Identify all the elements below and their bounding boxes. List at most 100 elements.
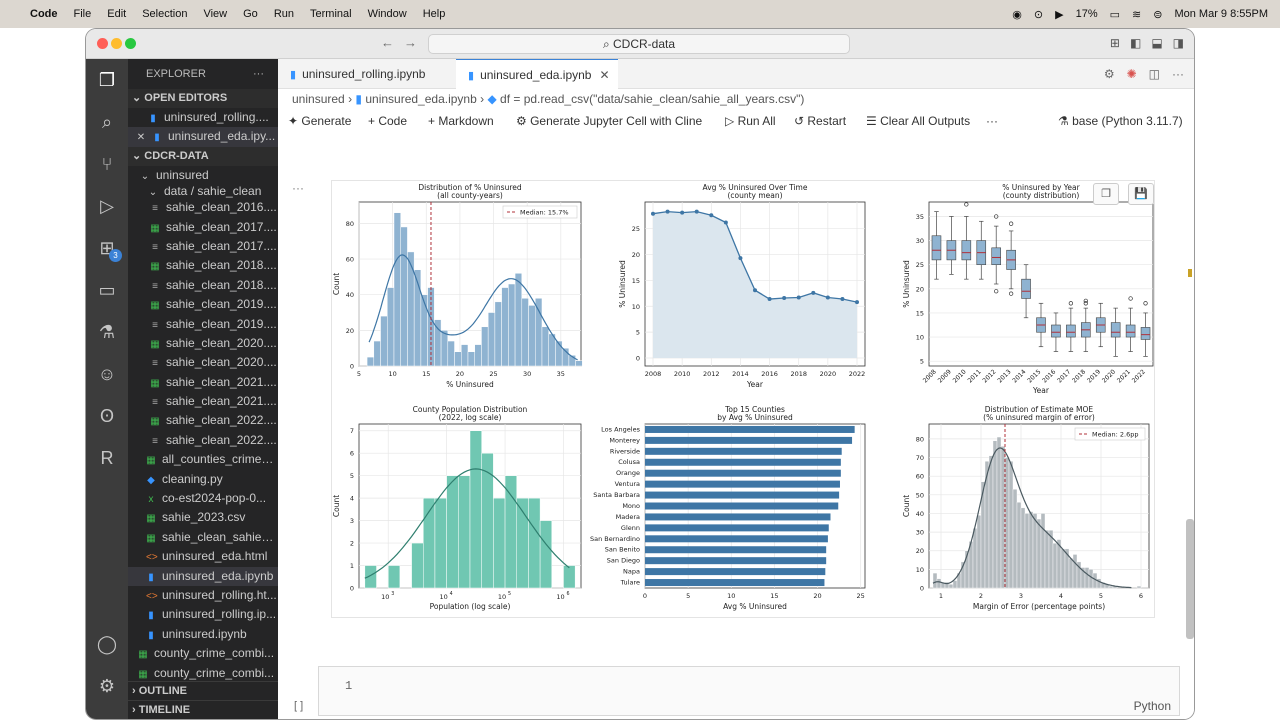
menu-file[interactable]: File xyxy=(74,8,92,20)
file-item[interactable]: ▮ uninsured.ipynb xyxy=(128,625,278,644)
file-item[interactable]: ≡ sahie_clean_2017.... xyxy=(128,237,278,256)
cline-icon[interactable]: ✺ xyxy=(1127,67,1137,81)
play-icon[interactable]: ▶ xyxy=(1055,8,1063,21)
wifi-alt-icon[interactable]: ⊙ xyxy=(1034,8,1043,21)
account-icon[interactable]: ◯ xyxy=(94,631,120,657)
minimize-window-button[interactable] xyxy=(111,38,122,49)
clock[interactable]: Mon Mar 9 8:55PM xyxy=(1174,8,1268,20)
folder-uninsured[interactable]: ⌄ uninsured xyxy=(128,166,278,185)
run-all-button[interactable]: ▷ Run All xyxy=(725,114,776,128)
add-code-cell-button[interactable]: + Code xyxy=(368,114,407,128)
tab-uninsured-eda[interactable]: ▮ uninsured_eda.ipynb ✕ xyxy=(456,59,618,89)
file-item[interactable]: ▮ uninsured_eda.ipynb xyxy=(128,566,278,586)
open-editors-header[interactable]: ⌄ OPEN EDITORS xyxy=(128,89,278,108)
file-item[interactable]: ▦ sahie_clean_sahie_... xyxy=(128,528,278,547)
remote-explorer-icon[interactable]: ▭ xyxy=(94,277,120,303)
file-item[interactable]: ▦ sahie_clean_2022.... xyxy=(128,411,278,430)
tab-uninsured-rolling[interactable]: ▮ uninsured_rolling.ipynb xyxy=(278,59,456,89)
breadcrumb-folder[interactable]: uninsured xyxy=(292,92,345,106)
forward-arrow-icon[interactable]: → xyxy=(404,35,417,50)
file-item[interactable]: <> uninsured_eda.html xyxy=(128,547,278,566)
file-item[interactable]: x co-est2024-pop-0... xyxy=(128,489,278,508)
file-item[interactable]: ≡ sahie_clean_2020.... xyxy=(128,353,278,372)
toggle-sidebar-icon[interactable]: ◧ xyxy=(1130,36,1141,50)
menu-go[interactable]: Go xyxy=(243,8,258,20)
open-editor-item-active[interactable]: ✕ ▮ uninsured_eda.ipy... xyxy=(128,127,278,147)
toolbar-more-button[interactable]: ··· xyxy=(986,114,998,128)
command-center-search[interactable]: ⌕ CDCR-data xyxy=(428,34,850,54)
file-item[interactable]: ▦ sahie_2023.csv xyxy=(128,508,278,527)
timeline-header[interactable]: › TIMELINE xyxy=(128,700,278,719)
toggle-panel-icon[interactable]: ⬓ xyxy=(1151,36,1162,50)
close-icon[interactable]: ✕ xyxy=(136,128,146,146)
file-item[interactable]: ≡ sahie_clean_2018.... xyxy=(128,276,278,295)
battery-icon[interactable]: ▭ xyxy=(1110,8,1120,21)
layout-customize-icon[interactable]: ⊞ xyxy=(1110,36,1120,50)
search-view-icon[interactable]: ⌕ xyxy=(94,109,120,135)
file-item[interactable]: ▦ sahie_clean_2018.... xyxy=(128,256,278,275)
file-item[interactable]: ≡ sahie_clean_2021.... xyxy=(128,392,278,411)
file-item[interactable]: ≡ sahie_clean_2016.... xyxy=(128,198,278,217)
vertical-scrollbar[interactable] xyxy=(1186,519,1194,639)
record-icon[interactable]: ◉ xyxy=(1012,8,1022,21)
menu-window[interactable]: Window xyxy=(368,8,407,20)
r-language-icon[interactable]: R xyxy=(94,445,120,471)
menu-selection[interactable]: Selection xyxy=(142,8,187,20)
settings-gear-icon[interactable]: ⚙ xyxy=(94,673,120,699)
split-editor-icon[interactable]: ◫ xyxy=(1149,67,1160,81)
menu-run[interactable]: Run xyxy=(274,8,294,20)
outline-header[interactable]: › OUTLINE xyxy=(128,681,278,700)
folder-data-sahie-clean[interactable]: ⌄ data / sahie_clean xyxy=(128,185,278,198)
restart-button[interactable]: ↺ Restart xyxy=(794,114,846,128)
file-item[interactable]: ≡ sahie_clean_2019.... xyxy=(128,315,278,334)
file-item[interactable]: ▦ sahie_clean_2017.... xyxy=(128,218,278,237)
source-control-icon[interactable]: ⑂ xyxy=(94,151,120,177)
python-icon[interactable]: ʘ xyxy=(94,403,120,429)
histogram-bar xyxy=(474,344,482,367)
copilot-icon[interactable]: ☺ xyxy=(94,361,120,387)
menu-terminal[interactable]: Terminal xyxy=(310,8,352,20)
testing-icon[interactable]: ⚗ xyxy=(94,319,120,345)
zoom-window-button[interactable] xyxy=(125,38,136,49)
generate-button[interactable]: ✦ Generate xyxy=(288,114,351,128)
open-editor-item[interactable]: ▮ uninsured_rolling.... xyxy=(128,108,278,127)
more-actions-icon[interactable]: ··· xyxy=(253,59,264,89)
clear-outputs-button[interactable]: ☰ Clear All Outputs xyxy=(866,114,970,128)
kernel-picker[interactable]: ⚗ base (Python 3.11.7) xyxy=(1058,114,1183,128)
file-item[interactable]: ▦ county_crime_combi... xyxy=(128,644,278,663)
file-item[interactable]: ≡ sahie_clean_2022.... xyxy=(128,431,278,450)
cell-language[interactable]: Python xyxy=(1134,699,1171,713)
close-tab-icon[interactable]: ✕ xyxy=(599,68,609,82)
empty-code-cell[interactable]: 1 Python xyxy=(318,666,1180,716)
file-item[interactable]: ▦ sahie_clean_2021.... xyxy=(128,373,278,392)
breadcrumb-file[interactable]: uninsured_eda.ipynb xyxy=(365,92,476,106)
menu-edit[interactable]: Edit xyxy=(107,8,126,20)
gear-icon[interactable]: ⚙ xyxy=(1104,67,1115,81)
workspace-root-header[interactable]: ⌄ CDCR-DATA xyxy=(128,146,278,166)
more-actions-icon[interactable]: ··· xyxy=(1172,67,1184,81)
add-markdown-cell-button[interactable]: + Markdown xyxy=(428,114,494,128)
toggle-secondary-sidebar-icon[interactable]: ◨ xyxy=(1173,36,1184,50)
save-output-button[interactable]: 💾 xyxy=(1128,183,1154,205)
file-item[interactable]: ▦ all_counties_crime_... xyxy=(128,450,278,469)
file-item[interactable]: <> uninsured_rolling.ht... xyxy=(128,586,278,605)
file-item[interactable]: ▦ sahie_clean_2019.... xyxy=(128,295,278,314)
file-item[interactable]: ◆ cleaning.py xyxy=(128,470,278,489)
generate-cline-cell-button[interactable]: ⚙ Generate Jupyter Cell with Cline xyxy=(516,114,702,128)
menu-help[interactable]: Help xyxy=(423,8,446,20)
breadcrumb-cell[interactable]: df = pd.read_csv("data/sahie_clean/sahie… xyxy=(500,92,804,106)
extensions-icon[interactable]: ⊞ 3 xyxy=(94,235,122,262)
histogram-bar xyxy=(1004,457,1010,589)
back-arrow-icon[interactable]: ← xyxy=(381,35,394,50)
file-item[interactable]: ▦ sahie_clean_2020.... xyxy=(128,334,278,353)
menu-app-name[interactable]: Code xyxy=(30,8,58,20)
cell-output-menu[interactable]: ··· xyxy=(292,181,304,195)
menu-view[interactable]: View xyxy=(203,8,227,20)
close-window-button[interactable] xyxy=(97,38,108,49)
control-center-icon[interactable]: ⊜ xyxy=(1153,8,1162,21)
file-item[interactable]: ▮ uninsured_rolling.ip... xyxy=(128,605,278,624)
wifi-icon[interactable]: ≋ xyxy=(1132,8,1141,21)
run-debug-icon[interactable]: ▷ xyxy=(94,193,120,219)
explorer-icon[interactable]: ❐ xyxy=(94,67,120,93)
copy-output-button[interactable]: ❐ xyxy=(1093,183,1119,205)
